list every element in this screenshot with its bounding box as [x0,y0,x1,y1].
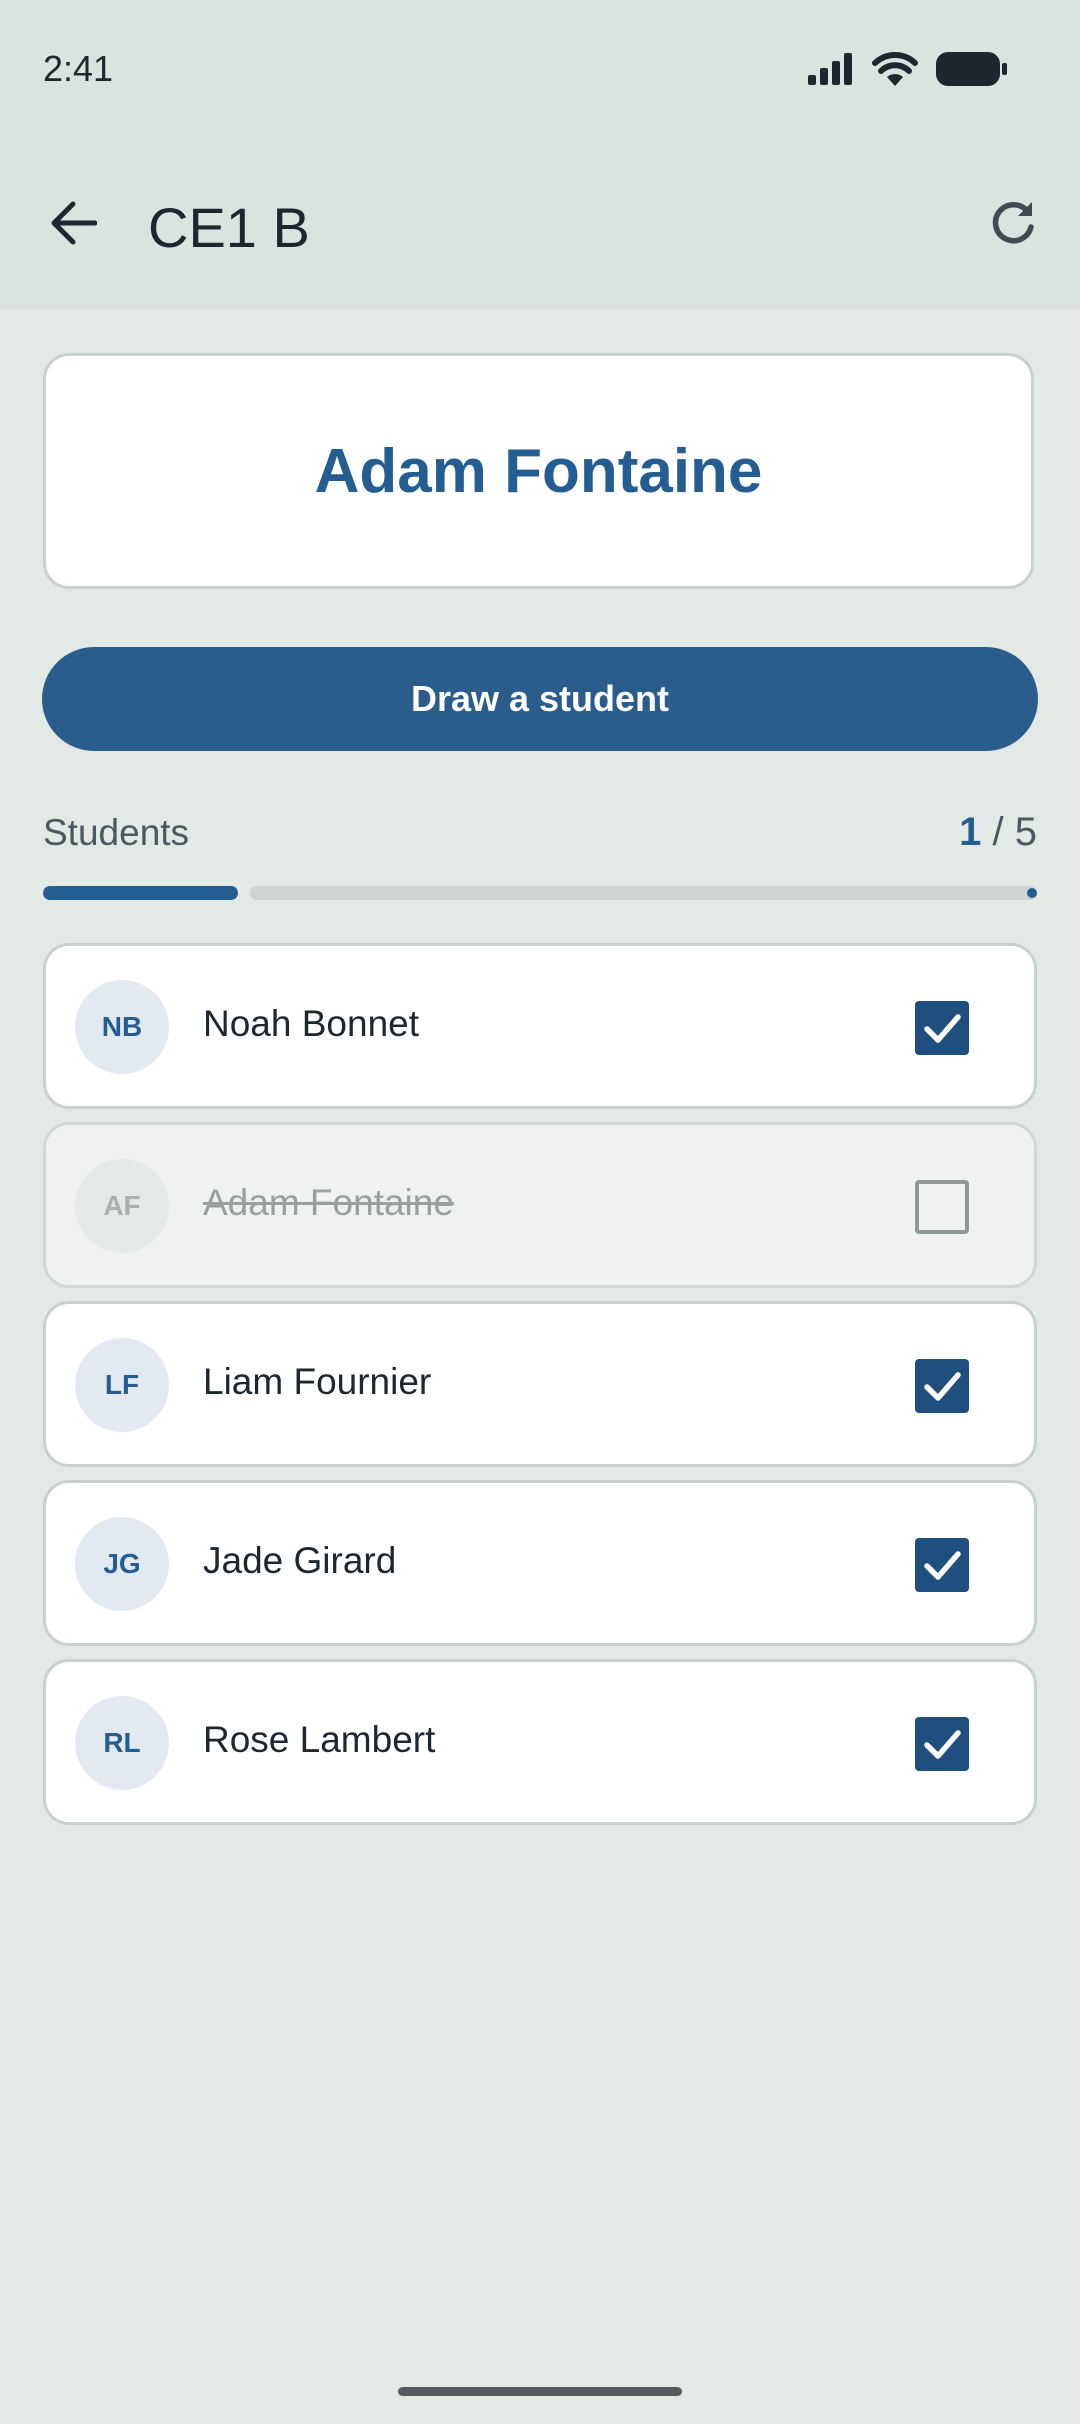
status-bar: 2:41 [0,0,1080,140]
battery-icon [936,52,1008,91]
avatar: JG [75,1517,169,1611]
reset-button[interactable] [978,190,1048,260]
avatar: RL [75,1696,169,1790]
student-checkbox[interactable] [915,1717,969,1771]
avatar: LF [75,1338,169,1432]
counter-separator: / [992,810,1004,854]
student-list: NB Noah Bonnet AF Adam Fontaine LF Liam … [43,943,1037,1838]
students-label: Students [43,812,190,853]
app-bar: CE1 B [0,140,1080,310]
student-name: Liam Fournier [203,1361,432,1402]
progress-end-dot [1027,888,1037,898]
check-icon [924,1730,961,1759]
student-checkbox[interactable] [915,1538,969,1592]
student-row[interactable]: NB Noah Bonnet [43,943,1037,1109]
student-name: Jade Girard [203,1540,397,1581]
student-row[interactable]: AF Adam Fontaine [43,1122,1037,1288]
avatar: NB [75,980,169,1074]
counter-total: 5 [1014,810,1037,854]
check-icon [924,1014,961,1043]
check-icon [924,1372,961,1401]
student-row[interactable]: JG Jade Girard [43,1480,1037,1646]
student-checkbox[interactable] [915,1180,969,1234]
student-name: Rose Lambert [203,1719,436,1760]
student-name: Adam Fontaine [203,1182,454,1223]
picked-student-name: Adam Fontaine [314,436,763,506]
students-counter: 1 / 5 [959,810,1037,855]
back-arrow-icon [49,201,98,250]
wifi-icon [872,52,918,91]
back-button[interactable] [38,190,108,260]
student-row[interactable]: RL Rose Lambert [43,1659,1037,1825]
draw-student-button[interactable]: Draw a student [42,647,1038,751]
system-icons [808,52,1008,91]
avatar: AF [75,1159,169,1253]
picked-student-card: Adam Fontaine [43,353,1034,589]
signal-icon [808,53,854,90]
refresh-icon [988,198,1038,253]
student-name: Noah Bonnet [203,1003,420,1044]
check-icon [924,1551,961,1580]
status-time: 2:41 [43,48,114,89]
progress-bar [43,886,1037,900]
counter-current: 1 [959,810,982,854]
student-checkbox[interactable] [915,1359,969,1413]
home-indicator[interactable] [398,2387,682,2396]
student-row[interactable]: LF Liam Fournier [43,1301,1037,1467]
progress-fill [43,886,238,900]
progress-track [250,886,1037,900]
page-title: CE1 B [148,196,310,259]
student-checkbox[interactable] [915,1001,969,1055]
